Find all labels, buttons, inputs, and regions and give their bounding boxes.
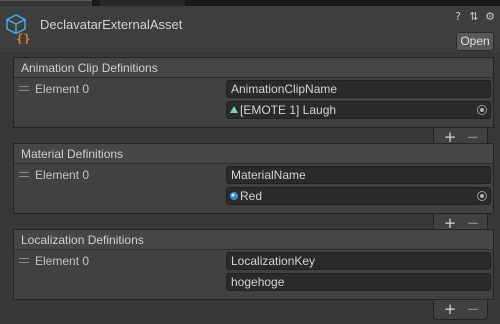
section-title: Material Definitions xyxy=(21,147,124,161)
add-element-button[interactable]: + xyxy=(439,300,461,318)
section-title: Animation Clip Definitions xyxy=(21,61,158,75)
list-item: Element 0 MaterialName Red xyxy=(13,164,494,214)
remove-element-button[interactable]: − xyxy=(462,300,484,318)
asset-title: DeclavatarExternalAsset xyxy=(40,17,183,32)
element-label: Element 0 xyxy=(35,82,90,96)
section-title: Localization Definitions xyxy=(21,233,144,247)
element-label: Element 0 xyxy=(35,168,90,182)
material-icon xyxy=(230,192,238,200)
list-item: Element 0 AnimationClipName [EMOTE 1] La… xyxy=(13,78,494,128)
external-asset-icon: {} xyxy=(6,14,30,44)
open-button[interactable]: Open xyxy=(456,32,494,51)
section-header[interactable]: Localization Definitions xyxy=(13,229,494,250)
list-item: Element 0 LocalizationKey hogehoge xyxy=(13,250,494,300)
list-footer: + − xyxy=(433,300,488,320)
element-label: Element 0 xyxy=(35,254,90,268)
section-header[interactable]: Animation Clip Definitions xyxy=(13,57,494,78)
object-field[interactable]: [EMOTE 1] Laugh xyxy=(226,101,491,119)
drag-handle-icon[interactable] xyxy=(19,86,29,91)
object-field-value: [EMOTE 1] Laugh xyxy=(240,103,337,117)
object-picker-icon[interactable] xyxy=(477,105,487,115)
object-field-value: Red xyxy=(240,189,263,203)
animation-clip-icon xyxy=(230,106,238,113)
section-header[interactable]: Material Definitions xyxy=(13,143,494,164)
object-field[interactable]: Red xyxy=(226,187,491,205)
name-field[interactable]: AnimationClipName xyxy=(226,80,491,98)
value-field[interactable]: hogehoge xyxy=(226,273,491,291)
inspector-header: {} DeclavatarExternalAsset ? ⇅ ⚙ Open xyxy=(0,6,500,52)
name-field[interactable]: MaterialName xyxy=(226,166,491,184)
help-icon[interactable]: ? xyxy=(452,11,464,23)
settings-icon[interactable]: ⚙ xyxy=(484,11,496,23)
drag-handle-icon[interactable] xyxy=(19,172,29,177)
key-field[interactable]: LocalizationKey xyxy=(226,252,491,270)
svg-text:{}: {} xyxy=(16,32,30,44)
object-picker-icon[interactable] xyxy=(477,191,487,201)
drag-handle-icon[interactable] xyxy=(19,258,29,263)
preset-icon[interactable]: ⇅ xyxy=(468,11,480,23)
